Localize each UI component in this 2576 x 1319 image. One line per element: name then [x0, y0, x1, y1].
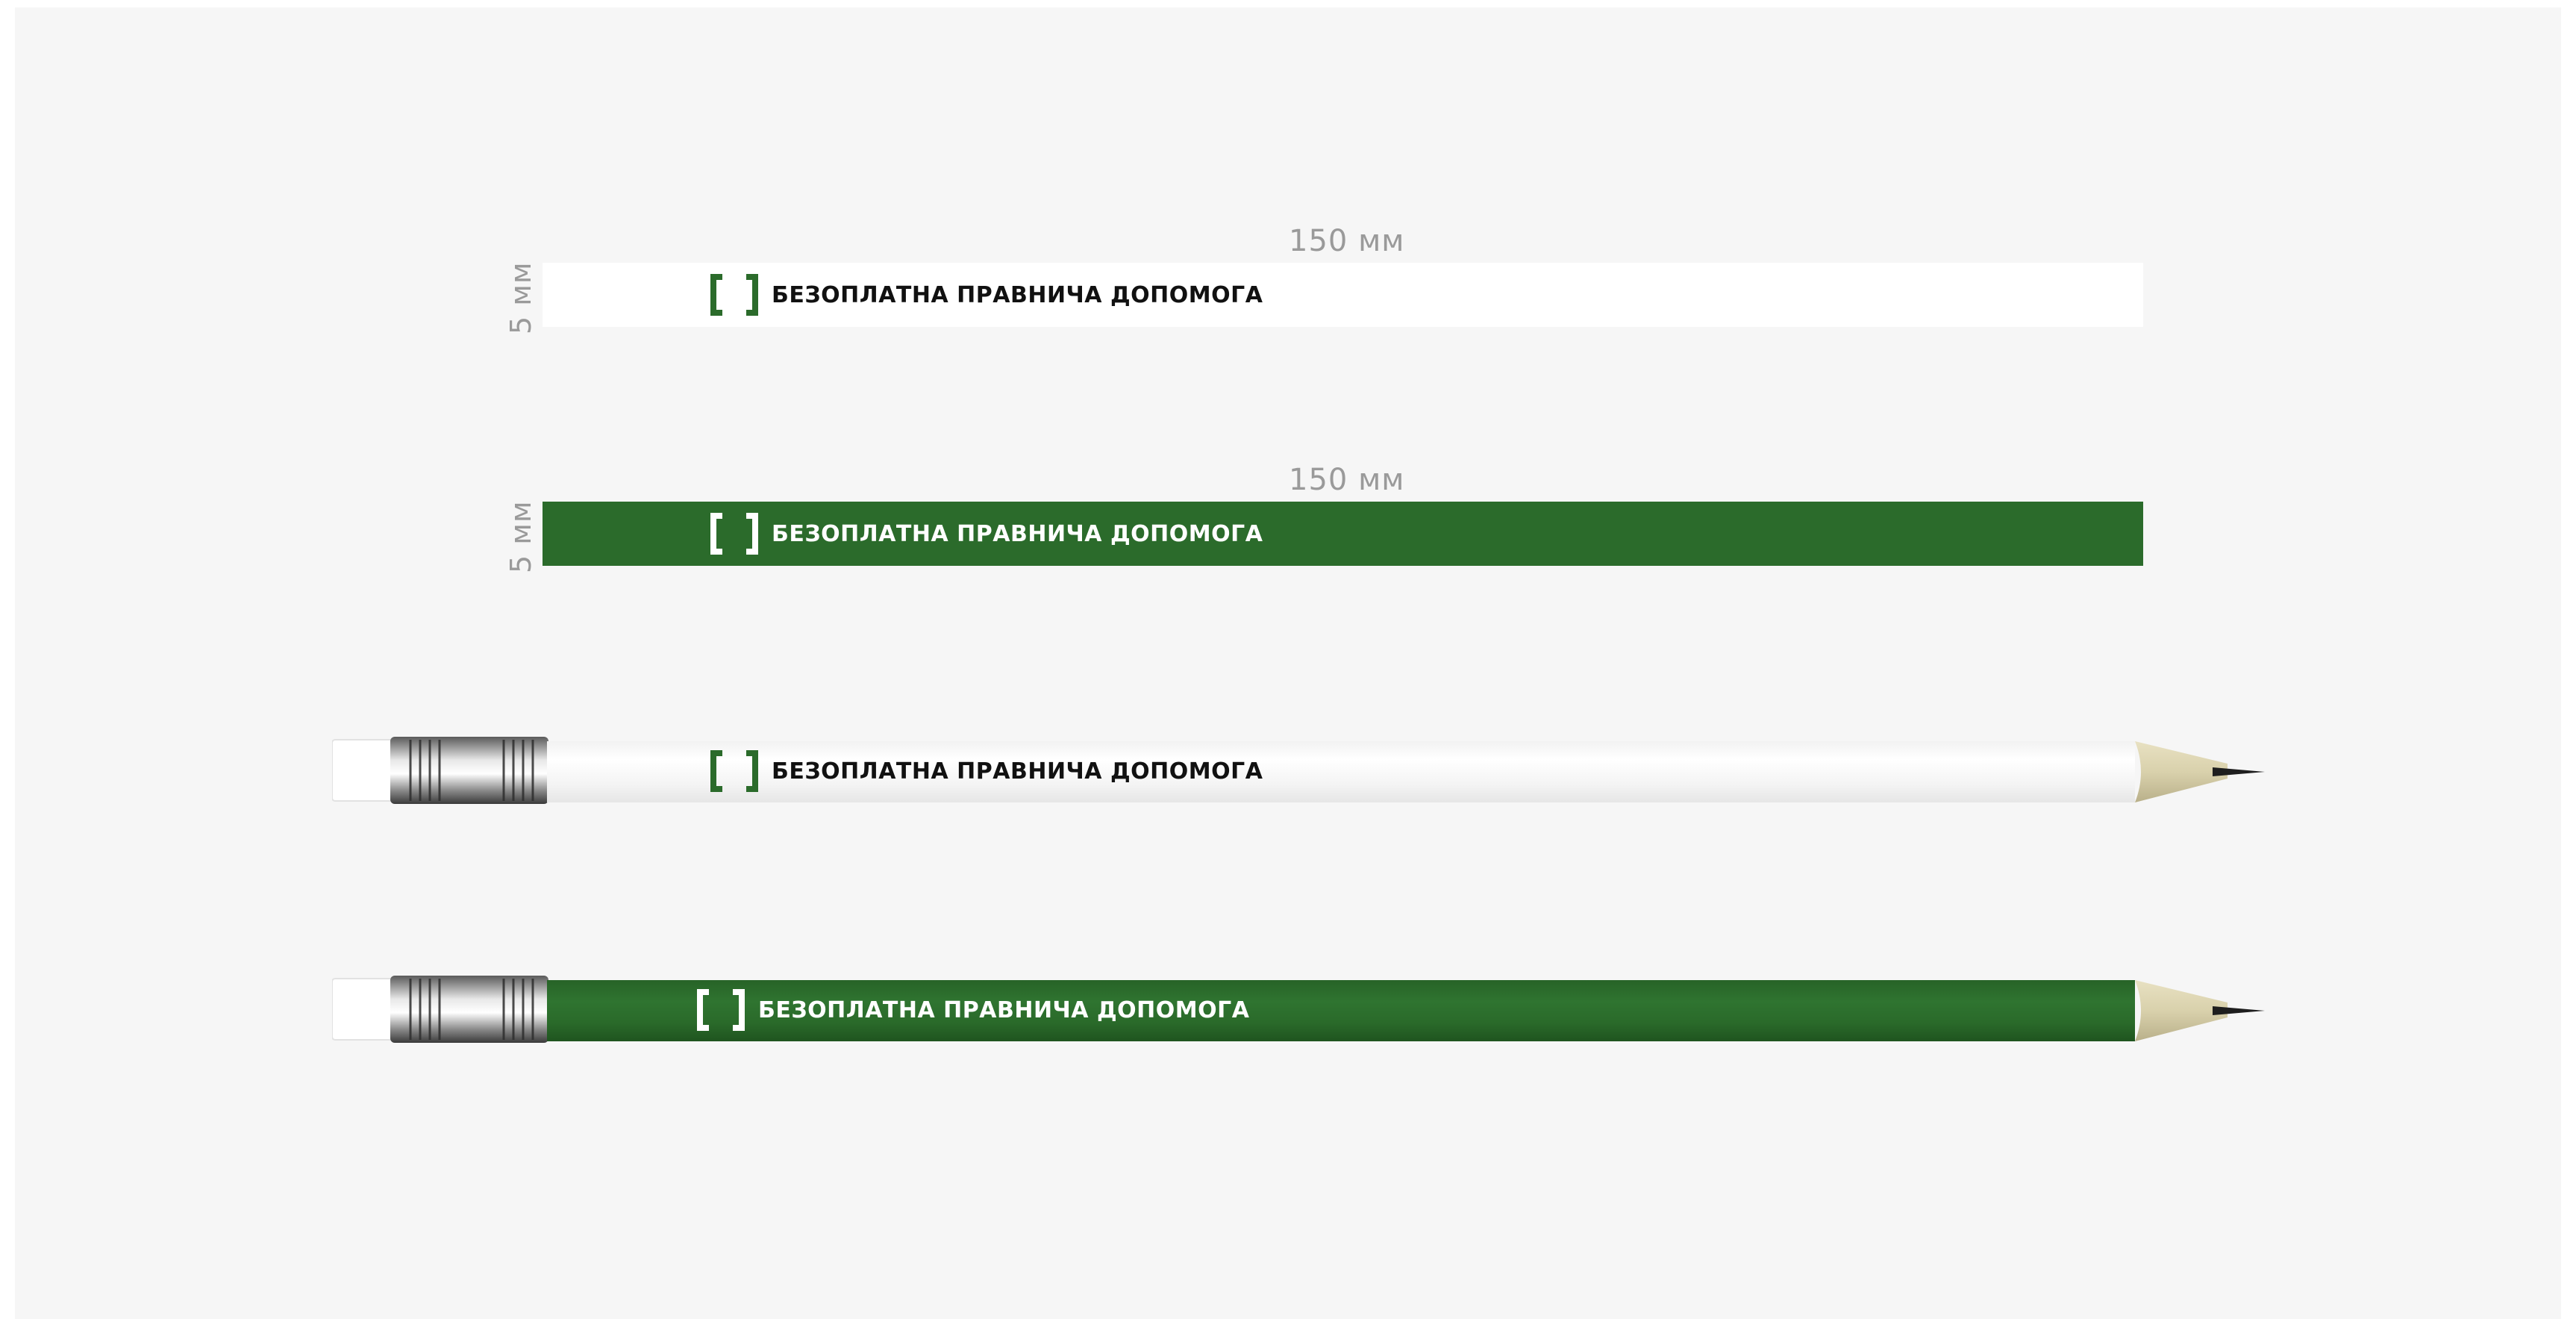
strip-white-height-label: 5 мм [504, 261, 537, 334]
pencil-green-logo: БЕЗОПЛАТНА ПРАВНИЧА ДОПОМОГА [694, 988, 1249, 1032]
bracket-logo-icon [710, 274, 758, 316]
strip-green-width-label: 150 мм [1289, 463, 1405, 497]
ferrule [390, 976, 548, 1043]
ferrule [390, 737, 548, 804]
eraser [332, 978, 394, 1041]
strip-green-height-label: 5 мм [504, 500, 537, 573]
pencil-white-logo-text: БЕЗОПЛАТНА ПРАВНИЧА ДОПОМОГА [772, 758, 1263, 785]
strip-white-width-label: 150 мм [1289, 224, 1405, 258]
strip-white-logo-text: БЕЗОПЛАТНА ПРАВНИЧА ДОПОМОГА [772, 281, 1263, 308]
eraser [332, 739, 394, 802]
pencil-white: БЕЗОПЛАТНА ПРАВНИЧА ДОПОМОГА [332, 735, 2269, 806]
mockup-canvas [15, 7, 2561, 1319]
lead [2213, 767, 2265, 776]
bracket-logo-icon [710, 750, 758, 792]
pencil-green-logo-text: БЕЗОПЛАТНА ПРАВНИЧА ДОПОМОГА [758, 997, 1250, 1023]
bracket-logo-icon [710, 513, 758, 555]
pencil-white-logo: БЕЗОПЛАТНА ПРАВНИЧА ДОПОМОГА [707, 749, 1263, 793]
bracket-logo-icon [697, 989, 745, 1031]
pencil-green: БЕЗОПЛАТНА ПРАВНИЧА ДОПОМОГА [332, 974, 2269, 1045]
lead [2213, 1006, 2265, 1015]
strip-white-logo: БЕЗОПЛАТНА ПРАВНИЧА ДОПОМОГА [707, 272, 1263, 317]
strip-green-logo: БЕЗОПЛАТНА ПРАВНИЧА ДОПОМОГА [707, 511, 1263, 556]
strip-green-logo-text: БЕЗОПЛАТНА ПРАВНИЧА ДОПОМОГА [772, 520, 1263, 547]
